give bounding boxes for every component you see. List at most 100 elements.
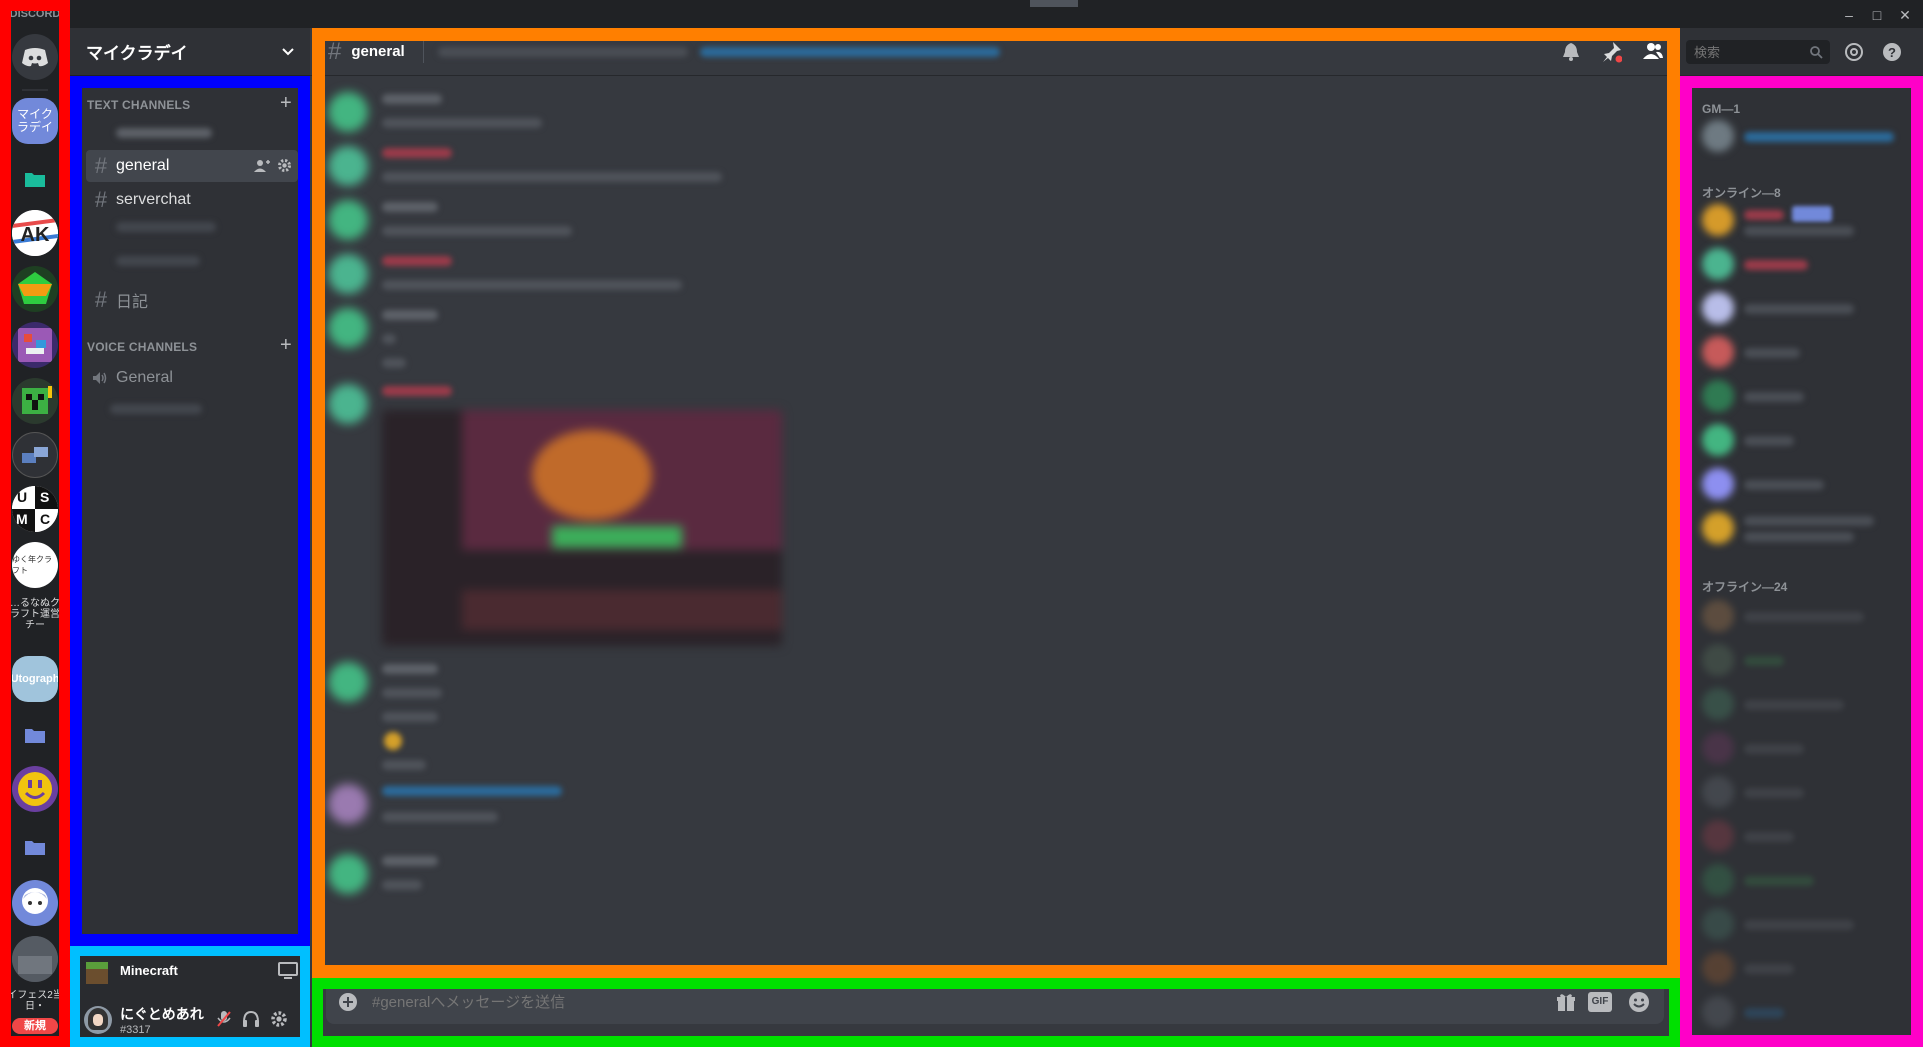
folder-blue-1[interactable] <box>12 712 58 758</box>
text-channels-category[interactable]: TEXT CHANNELS <box>87 98 190 112</box>
server-yukutoshi[interactable]: ゆく年クラフト <box>12 542 58 588</box>
server-green-gem[interactable] <box>12 266 58 312</box>
member-avatar[interactable] <box>1702 732 1734 764</box>
message-avatar[interactable] <box>328 854 368 894</box>
message-avatar[interactable] <box>328 200 368 240</box>
member-name[interactable] <box>1744 210 1784 220</box>
member-name[interactable] <box>1744 436 1794 446</box>
member-avatar[interactable] <box>1702 120 1734 152</box>
message-composer[interactable]: GIF <box>326 980 1664 1024</box>
message-author[interactable] <box>382 310 438 320</box>
message-avatar[interactable] <box>328 384 368 424</box>
message-image-attachment[interactable] <box>382 410 782 646</box>
member-avatar[interactable] <box>1702 424 1734 456</box>
member-name[interactable] <box>1744 656 1784 666</box>
server-creeper[interactable] <box>12 378 58 424</box>
member-name[interactable] <box>1744 348 1800 358</box>
voice-channels-category[interactable]: VOICE CHANNELS <box>87 340 197 354</box>
message-author[interactable] <box>382 664 438 674</box>
member-avatar[interactable] <box>1702 380 1734 412</box>
member-avatar[interactable] <box>1702 776 1734 808</box>
message-avatar[interactable] <box>328 308 368 348</box>
member-name[interactable] <box>1744 700 1844 710</box>
channel-serverchat[interactable]: # serverchat <box>86 184 298 216</box>
message-input[interactable] <box>370 988 1470 1016</box>
member-name[interactable] <box>1744 260 1808 270</box>
blurred-channel[interactable] <box>116 128 212 138</box>
guild-header[interactable]: マイクラデイ <box>70 28 310 76</box>
member-avatar[interactable] <box>1702 204 1734 236</box>
message-author[interactable] <box>382 856 438 866</box>
member-avatar[interactable] <box>1702 864 1734 896</box>
member-name[interactable] <box>1744 1008 1784 1018</box>
member-name[interactable] <box>1744 964 1794 974</box>
member-name[interactable] <box>1744 876 1814 886</box>
channel-diary[interactable]: # 日記 <box>86 284 298 316</box>
folder-blue-2[interactable] <box>12 824 58 870</box>
member-avatar[interactable] <box>1702 996 1734 1028</box>
message-avatar[interactable] <box>328 146 368 186</box>
server-blocks[interactable] <box>12 432 58 478</box>
member-bot-tag <box>1792 206 1832 222</box>
search-input[interactable] <box>1692 42 1802 62</box>
member-name[interactable] <box>1744 392 1804 402</box>
member-avatar[interactable] <box>1702 908 1734 940</box>
channel-topic-link[interactable] <box>699 46 1000 57</box>
member-name[interactable] <box>1744 516 1874 526</box>
add-text-channel-icon[interactable]: + <box>280 92 292 115</box>
member-name[interactable] <box>1744 744 1804 754</box>
minimize-button[interactable]: – <box>1840 6 1858 24</box>
message-avatar[interactable] <box>328 662 368 702</box>
server-runanu-label[interactable]: …るなぬクラフト運営チー <box>6 598 64 631</box>
member-avatar[interactable] <box>1702 952 1734 984</box>
voice-channel-general[interactable]: General <box>86 362 298 394</box>
member-avatar[interactable] <box>1702 600 1734 632</box>
message-author[interactable] <box>382 148 452 158</box>
home-button[interactable] <box>12 34 58 80</box>
member-name[interactable] <box>1744 920 1854 930</box>
blurred-voice-channel[interactable] <box>110 404 202 414</box>
folder-teal[interactable] <box>12 156 58 202</box>
message-author[interactable] <box>382 202 438 212</box>
message-author[interactable] <box>382 786 562 796</box>
blurred-channel[interactable] <box>116 222 216 232</box>
search-box[interactable] <box>1686 40 1830 64</box>
member-name[interactable] <box>1744 480 1824 490</box>
channel-general[interactable]: # general <box>86 150 298 182</box>
server-mycraday[interactable]: マイクラデイ <box>12 98 58 144</box>
maximize-button[interactable]: □ <box>1868 6 1886 24</box>
gif-button[interactable]: GIF <box>1588 992 1612 1012</box>
server-ifes-label[interactable]: イフェス2当日・ <box>6 990 64 1012</box>
message-avatar[interactable] <box>328 92 368 132</box>
message-author[interactable] <box>382 256 452 266</box>
server-photo[interactable] <box>12 936 58 982</box>
member-avatar[interactable] <box>1702 820 1734 852</box>
member-avatar[interactable] <box>1702 644 1734 676</box>
user-avatar[interactable] <box>84 1006 112 1034</box>
message-avatar[interactable] <box>328 784 368 824</box>
message-avatar[interactable] <box>328 254 368 294</box>
member-avatar[interactable] <box>1702 512 1734 544</box>
member-name[interactable] <box>1744 788 1804 798</box>
member-avatar[interactable] <box>1702 336 1734 368</box>
close-button[interactable]: ✕ <box>1896 6 1914 24</box>
member-name[interactable] <box>1744 832 1794 842</box>
member-name[interactable] <box>1744 132 1894 142</box>
blurred-channel[interactable] <box>116 256 200 266</box>
member-avatar[interactable] <box>1702 292 1734 324</box>
member-avatar[interactable] <box>1702 248 1734 280</box>
server-ak[interactable]: AK <box>12 210 58 256</box>
folder-icon <box>25 173 45 187</box>
message-author[interactable] <box>382 94 442 104</box>
server-smiley[interactable] <box>12 766 58 812</box>
server-usmc[interactable]: U S M C <box>12 486 58 532</box>
member-name[interactable] <box>1744 612 1864 622</box>
server-pixel-art[interactable] <box>12 322 58 368</box>
message-author[interactable] <box>382 386 452 396</box>
server-utograph[interactable]: Utograph <box>12 656 58 702</box>
member-name[interactable] <box>1744 304 1854 314</box>
server-anime[interactable] <box>12 880 58 926</box>
add-voice-channel-icon[interactable]: + <box>280 334 292 357</box>
member-avatar[interactable] <box>1702 688 1734 720</box>
member-avatar[interactable] <box>1702 468 1734 500</box>
